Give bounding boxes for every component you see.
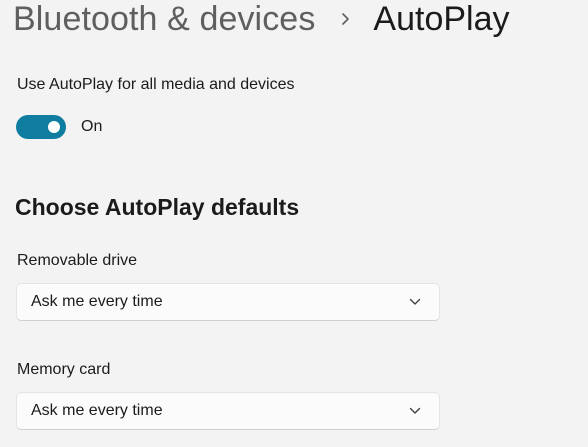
breadcrumb: Bluetooth & devices AutoPlay: [13, 0, 510, 41]
autoplay-toggle-switch[interactable]: [16, 115, 66, 139]
autoplay-toggle-label: Use AutoPlay for all media and devices: [17, 76, 295, 93]
autoplay-toggle-row: On: [16, 115, 102, 139]
page-title: AutoPlay: [373, 0, 510, 38]
section-title: Choose AutoPlay defaults: [15, 194, 300, 220]
breadcrumb-parent-bluetooth-devices[interactable]: Bluetooth & devices: [13, 0, 315, 39]
chevron-down-icon: [408, 295, 422, 309]
chevron-down-icon: [408, 404, 422, 418]
memory-card-dropdown-value: Ask me every time: [31, 402, 163, 419]
removable-drive-label: Removable drive: [17, 252, 138, 269]
memory-card-dropdown[interactable]: Ask me every time: [16, 392, 440, 430]
memory-card-label: Memory card: [17, 361, 111, 378]
removable-drive-dropdown-value: Ask me every time: [31, 293, 163, 310]
scrollbar[interactable]: [584, 0, 588, 447]
toggle-state-text: On: [81, 118, 103, 135]
removable-drive-dropdown[interactable]: Ask me every time: [16, 283, 440, 321]
chevron-right-icon: [335, 8, 357, 30]
toggle-knob: [48, 121, 60, 133]
